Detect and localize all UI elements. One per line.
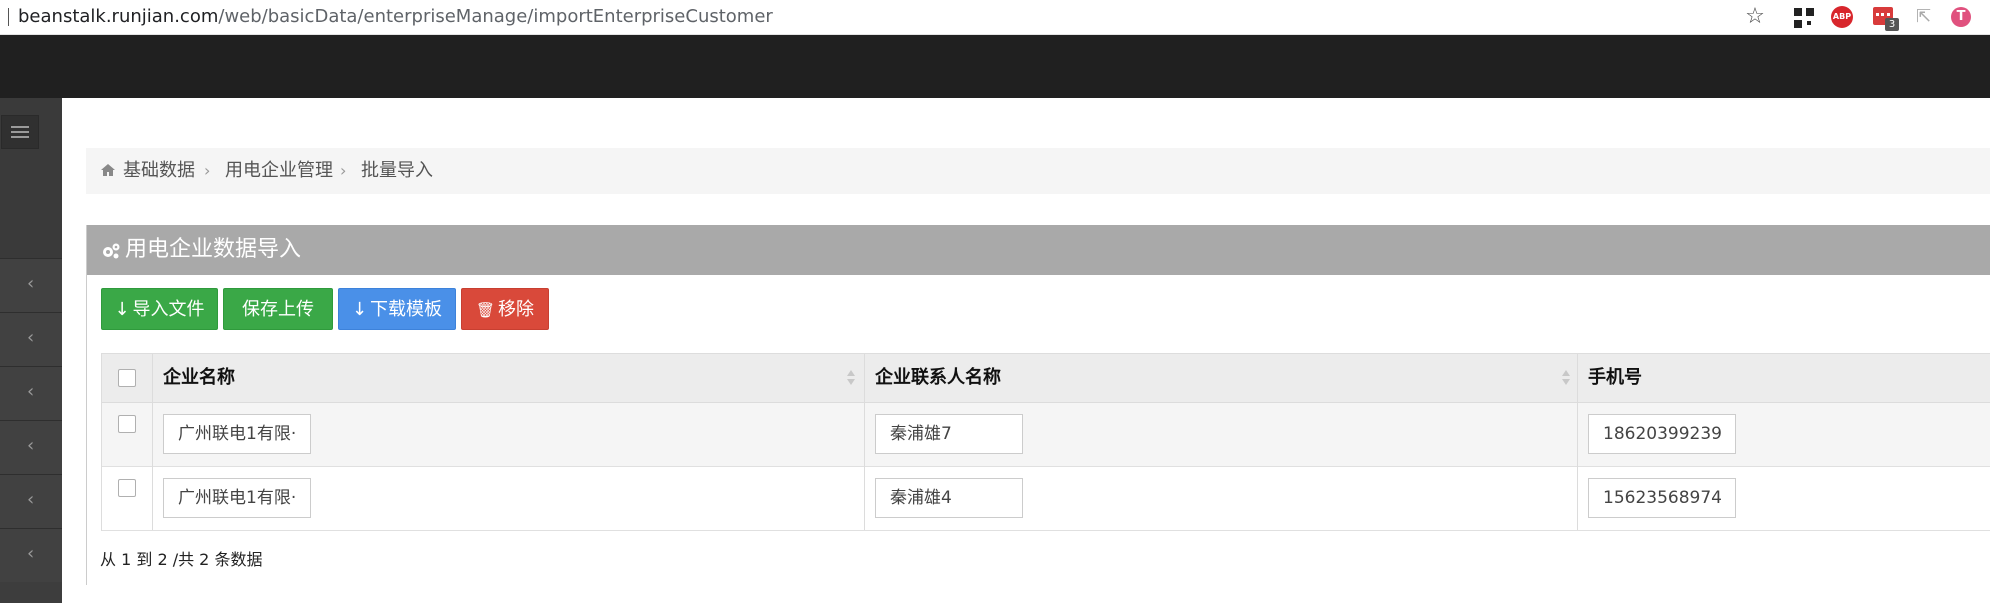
select-all-checkbox[interactable] <box>118 369 136 387</box>
row-checkbox[interactable] <box>118 415 136 433</box>
panel-title: 用电企业数据导入 <box>125 237 302 262</box>
sidebar-item-2[interactable]: ‹ <box>0 312 62 366</box>
download-template-label: 下载模板 <box>370 299 443 320</box>
row-checkbox[interactable] <box>118 479 136 497</box>
url-host: beanstalk.runjian.com <box>18 6 219 27</box>
qr-code-icon[interactable] <box>1793 7 1815 29</box>
url-text[interactable]: beanstalk.runjian.com/web/basicData/ente… <box>18 6 773 28</box>
column-header-company-name[interactable]: 企业名称 <box>163 366 235 390</box>
table-row: 广州联电1有限· 秦浦雄7 18620399239 <box>102 403 1990 467</box>
phone-input[interactable]: 15623568974 <box>1588 478 1736 518</box>
company-name-input[interactable]: 广州联电1有限· <box>163 414 311 454</box>
table-header: 企业名称 企业联系人名称 手机号 <box>102 354 1990 403</box>
top-navbar <box>0 35 1990 98</box>
contact-name-input[interactable]: 秦浦雄7 <box>875 414 1023 454</box>
arrow-down-icon: ↓ <box>114 299 130 320</box>
url-path: /web/basicData/enterpriseManage/importEn… <box>218 6 773 27</box>
sidebar: ‹ ‹ ‹ ‹ ‹ ‹ <box>0 98 62 603</box>
pagination-info: 从 1 到 2 /共 2 条数据 <box>100 550 263 569</box>
t-extension-icon[interactable]: T <box>1951 7 1971 27</box>
chevron-left-icon: ‹ <box>27 327 35 348</box>
adblock-plus-icon[interactable]: ABP <box>1831 6 1853 28</box>
sidebar-item-1[interactable]: ‹ <box>0 258 62 312</box>
sidebar-item-4[interactable]: ‹ <box>0 420 62 474</box>
chevron-left-icon: ‹ <box>27 543 35 564</box>
sidebar-item-3[interactable]: ‹ <box>0 366 62 420</box>
chevron-left-icon: ‹ <box>27 435 35 456</box>
column-header-phone[interactable]: 手机号 <box>1588 366 1642 390</box>
column-divider <box>864 354 865 530</box>
sidebar-item-5[interactable]: ‹ <box>0 474 62 528</box>
browser-address-bar[interactable]: beanstalk.runjian.com/web/basicData/ente… <box>0 0 1990 35</box>
sort-icon[interactable] <box>847 370 855 386</box>
star-icon[interactable]: ☆ <box>1744 6 1766 28</box>
breadcrumb-separator: › <box>204 161 211 180</box>
save-upload-label: 保存上传 <box>242 299 314 320</box>
breadcrumb-item-enterprise-manage[interactable]: 用电企业管理 <box>225 159 333 183</box>
home-icon[interactable] <box>100 162 116 178</box>
chevron-left-icon: ‹ <box>27 489 35 510</box>
column-header-contact-name[interactable]: 企业联系人名称 <box>875 366 1001 390</box>
download-template-button[interactable]: ↓ 下载模板 <box>338 288 456 330</box>
column-divider <box>1577 354 1578 530</box>
text-cursor <box>8 8 9 26</box>
contact-name-input[interactable]: 秦浦雄4 <box>875 478 1023 518</box>
remove-button[interactable]: 🗑 移除 <box>461 288 549 330</box>
breadcrumb-item-batch-import: 批量导入 <box>361 160 433 181</box>
chevron-left-icon: ‹ <box>27 273 35 294</box>
column-divider <box>152 354 153 530</box>
data-table: 企业名称 企业联系人名称 手机号 广州联电1有限· 秦浦雄7 186203992… <box>101 353 1990 531</box>
sort-icon[interactable] <box>1562 370 1570 386</box>
table-row: 广州联电1有限· 秦浦雄4 15623568974 <box>102 467 1990 531</box>
company-name-input[interactable]: 广州联电1有限· <box>163 478 311 518</box>
arrow-down-icon: ↓ <box>351 299 368 320</box>
phone-input[interactable]: 18620399239 <box>1588 414 1736 454</box>
save-upload-button[interactable]: 保存上传 <box>223 288 333 330</box>
extension-badge: 3 <box>1885 18 1899 31</box>
import-file-label: 导入文件 <box>132 299 205 320</box>
panel-header: 用电企业数据导入 <box>87 225 1990 275</box>
breadcrumb-item-basic-data[interactable]: 基础数据 <box>123 159 195 183</box>
menu-toggle-icon[interactable] <box>1 115 39 149</box>
trash-icon: 🗑 <box>475 301 496 319</box>
chevron-left-icon: ‹ <box>27 381 35 402</box>
gears-icon <box>103 243 120 259</box>
breadcrumb: 基础数据 › 用电企业管理 › 批量导入 <box>86 148 1990 194</box>
sidebar-item-6[interactable]: ‹ <box>0 528 62 582</box>
import-file-button[interactable]: ↓ 导入文件 <box>101 288 218 330</box>
breadcrumb-separator: › <box>340 161 347 180</box>
cursor-extension-icon[interactable]: ⇱ <box>1916 6 1938 28</box>
red-extension-icon[interactable]: 3 <box>1873 7 1899 31</box>
remove-label: 移除 <box>498 299 535 320</box>
